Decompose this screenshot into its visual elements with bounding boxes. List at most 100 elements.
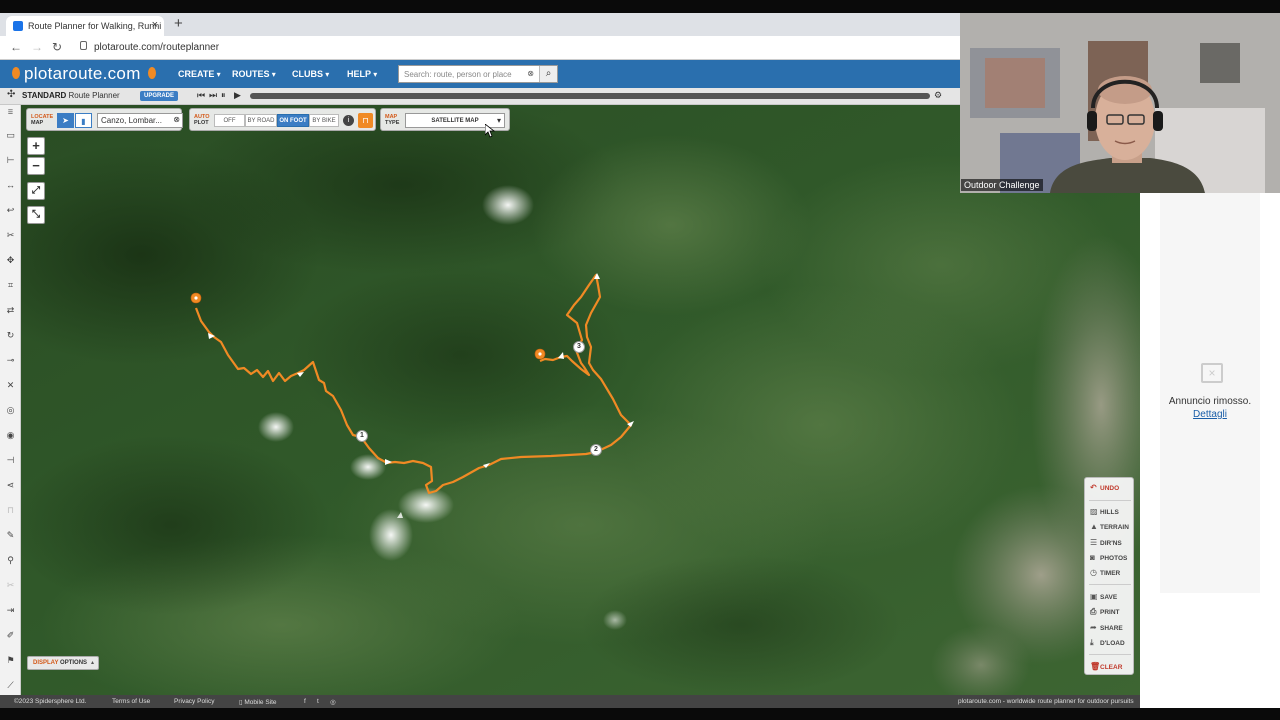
- trash-icon: 🗑: [1090, 662, 1101, 671]
- menu-help[interactable]: HELP: [347, 69, 377, 79]
- swap-icon[interactable]: ⇄: [5, 305, 16, 316]
- ad-details-link[interactable]: Dettagli: [1140, 409, 1280, 420]
- directions-button[interactable]: ☰ DIR'NS: [1090, 538, 1122, 547]
- browser-tab-bar: Route Planner for Walking, Runni × +: [0, 13, 960, 36]
- location-value: Canzo, Lombar...: [101, 116, 162, 125]
- display-options-button[interactable]: DISPLAY OPTIONS ▴: [27, 656, 99, 670]
- download-button[interactable]: ⤓ D'LOAD: [1090, 638, 1125, 648]
- forward-icon[interactable]: →: [31, 40, 43, 54]
- mobile-link[interactable]: ▯ Mobile Site: [239, 698, 277, 706]
- menu-clubs[interactable]: CLUBS: [292, 69, 329, 79]
- node-icon[interactable]: ⊸: [5, 355, 16, 366]
- fullscreen-icon[interactable]: ⤢: [27, 182, 45, 200]
- scissors-icon[interactable]: ✂: [5, 580, 16, 591]
- tools-menu-icon[interactable]: ☰: [5, 108, 16, 119]
- share-icon[interactable]: ⋖: [5, 480, 16, 491]
- search-input[interactable]: Search: route, person or place ⊗ ⌕: [398, 65, 558, 83]
- save-button[interactable]: ▣ SAVE: [1090, 592, 1117, 601]
- print-button[interactable]: ⎙ PRINT: [1090, 607, 1120, 617]
- delete-icon[interactable]: ✕: [5, 380, 16, 391]
- url-text[interactable]: plotaroute.com/routeplanner: [94, 42, 219, 53]
- lock-toggle-icon[interactable]: ⊓: [358, 113, 373, 128]
- share-button[interactable]: ➦ SHARE: [1090, 623, 1123, 632]
- footer-tagline: plotaroute.com - worldwide route planner…: [958, 698, 1134, 705]
- facebook-icon[interactable]: f: [304, 698, 306, 705]
- playback-progress-bar[interactable]: [250, 93, 930, 99]
- search-icon[interactable]: ⌕: [539, 66, 557, 82]
- settings-gear-icon[interactable]: ✣: [7, 89, 15, 100]
- twitter-icon[interactable]: t: [317, 698, 319, 705]
- cut-icon[interactable]: ✂: [5, 230, 16, 241]
- clock-icon: ◷: [1090, 568, 1097, 577]
- target-icon[interactable]: ◎: [5, 405, 16, 416]
- clear-search-icon[interactable]: ⊗: [527, 69, 534, 78]
- footer: ©2023 Spidersphere Ltd. Terms of Use Pri…: [0, 695, 1140, 708]
- zoom-out-button[interactable]: −: [27, 157, 45, 175]
- pencil-icon[interactable]: ✎: [5, 530, 16, 541]
- comment-icon[interactable]: ▭: [5, 130, 16, 141]
- marker-icon[interactable]: ⚑: [5, 655, 16, 666]
- draw-icon[interactable]: ✐: [5, 630, 16, 641]
- bookmark-icon[interactable]: ▮: [75, 113, 92, 128]
- measure-tool-icon[interactable]: ⤡: [27, 206, 45, 224]
- play-icon[interactable]: ▶: [234, 90, 241, 101]
- webcam-overlay: Outdoor Challenge: [960, 13, 1280, 193]
- clear-location-icon[interactable]: ⊗: [173, 115, 180, 124]
- terms-link[interactable]: Terms of Use: [112, 698, 150, 705]
- start-here-icon[interactable]: ⊢: [5, 155, 16, 166]
- undo-button[interactable]: ↶ UNDO: [1090, 483, 1119, 492]
- timer-button[interactable]: ◷ TIMER: [1090, 568, 1120, 577]
- close-tab-icon[interactable]: ×: [152, 19, 158, 31]
- instagram-icon[interactable]: ◎: [330, 698, 336, 706]
- pause-icon[interactable]: ⏸: [221, 90, 226, 101]
- site-logo[interactable]: plotaroute.com: [24, 64, 141, 84]
- clear-button[interactable]: 🗑CLEAR: [1090, 662, 1122, 671]
- address-bar: ← → ↻ plotaroute.com/routeplanner: [0, 36, 960, 60]
- satellite-map[interactable]: 1 2 3 LOCATE MAP ➤ ▮ Canzo, Lombar... ⊗ A…: [21, 105, 1140, 695]
- autoplot-on-foot-button[interactable]: ON FOOT: [277, 114, 309, 127]
- zoom-in-button[interactable]: +: [27, 137, 45, 155]
- locate-me-icon[interactable]: ➤: [57, 113, 74, 128]
- line-icon[interactable]: ↔: [5, 180, 16, 191]
- distance-marker[interactable]: 2: [590, 444, 602, 456]
- eye-icon[interactable]: ◉: [5, 430, 16, 441]
- location-input[interactable]: Canzo, Lombar... ⊗: [97, 113, 183, 128]
- skip-start-icon[interactable]: ⏮: [197, 90, 205, 101]
- list-icon: ☰: [1090, 538, 1098, 547]
- map-canvas: [21, 105, 1140, 695]
- hills-button[interactable]: ▨ HILLS: [1090, 507, 1119, 516]
- lock-tool-icon[interactable]: ⊓: [5, 505, 16, 516]
- menu-routes[interactable]: ROUTES: [232, 69, 276, 79]
- return-icon[interactable]: ↩: [5, 205, 16, 216]
- autoplot-by-road-button[interactable]: BY ROAD: [245, 114, 277, 127]
- reload-icon[interactable]: ↻: [52, 40, 62, 54]
- divider: [1089, 584, 1131, 585]
- distance-marker[interactable]: 1: [356, 430, 368, 442]
- loop-icon[interactable]: ↻: [5, 330, 16, 341]
- distance-marker[interactable]: 3: [573, 341, 585, 353]
- privacy-link[interactable]: Privacy Policy: [174, 698, 214, 705]
- step-icon[interactable]: ⏭: [209, 90, 217, 101]
- browser-tab[interactable]: Route Planner for Walking, Runni ×: [6, 16, 164, 36]
- upgrade-button[interactable]: UPGRADE: [140, 91, 179, 101]
- pin-icon[interactable]: ⚲: [5, 555, 16, 566]
- autoplot-by-bike-button[interactable]: BY BIKE: [309, 114, 339, 127]
- logo-pin-icon: [148, 67, 156, 79]
- autoplot-off-button[interactable]: OFF: [214, 114, 245, 127]
- lock-icon: [80, 41, 87, 50]
- back-icon[interactable]: ←: [10, 40, 22, 54]
- screen: Route Planner for Walking, Runni × + ← →…: [0, 0, 1280, 720]
- menu-create[interactable]: CREATE: [178, 69, 221, 79]
- photos-button[interactable]: ◙ PHOTOS: [1090, 553, 1127, 562]
- gear-icon[interactable]: ⚙: [934, 90, 942, 101]
- split-icon[interactable]: ⇥: [5, 605, 16, 616]
- new-tab-icon[interactable]: +: [174, 15, 183, 32]
- terrain-button[interactable]: ▲ TERRAIN: [1090, 522, 1129, 531]
- move-icon[interactable]: ✥: [5, 255, 16, 266]
- info-icon[interactable]: i: [343, 115, 354, 126]
- mouse-cursor-icon: [485, 124, 495, 138]
- ad-removed-icon: ×: [1201, 363, 1223, 383]
- crop-icon[interactable]: ⌗: [5, 280, 16, 291]
- wand-icon[interactable]: ⟋: [5, 680, 16, 691]
- measure-icon[interactable]: ⊣: [5, 455, 16, 466]
